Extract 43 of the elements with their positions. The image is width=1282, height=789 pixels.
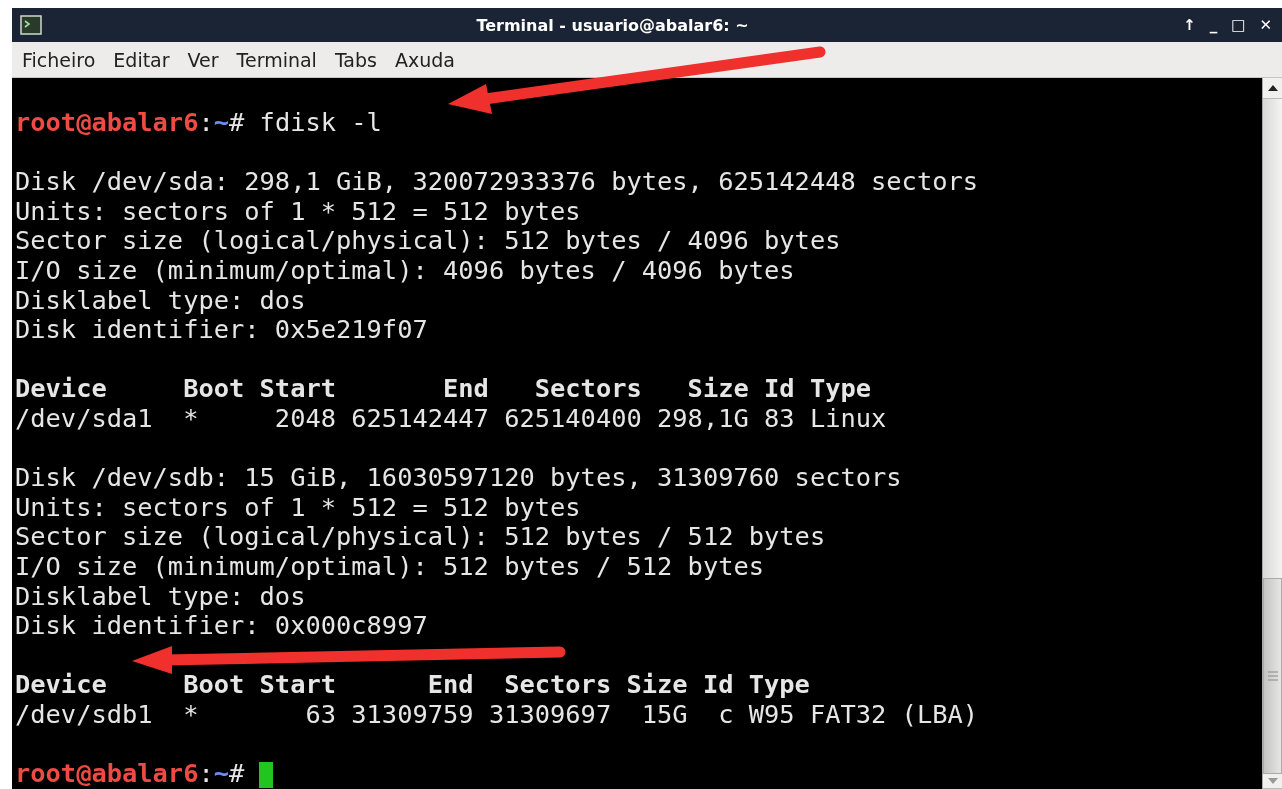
up-arrow-icon — [1267, 85, 1278, 91]
output-line: Disk identifier: 0x000c8997 — [15, 611, 429, 641]
scroll-up-button[interactable] — [1263, 78, 1282, 99]
minimize-button[interactable]: _ — [1209, 16, 1218, 34]
maximize-up-button[interactable]: ↑ — [1183, 16, 1196, 34]
prompt-path: ~ — [213, 758, 230, 789]
menu-item[interactable]: Axuda — [394, 48, 455, 71]
grip-icon — [1267, 670, 1278, 682]
output-line: Sector size (logical/physical): 512 bytes / 4096 bytes — [15, 226, 842, 256]
prompt-separator: : — [198, 107, 214, 137]
prompt-command: # fdisk -l — [229, 107, 382, 137]
scrollbar-thumb[interactable] — [1263, 578, 1282, 774]
prompt-separator: : — [198, 758, 214, 789]
table-header-line: Device Boot Start End Sectors Size Id Type — [15, 670, 811, 700]
scroll-down-button[interactable] — [1263, 774, 1282, 789]
menu-item[interactable]: Editar — [113, 48, 170, 71]
output-line: Disk /dev/sdb: 15 GiB, 16030597120 bytes, 31309760 sectors — [15, 463, 903, 493]
table-header-line: Device Boot Start End Sectors Size Id Type — [15, 374, 873, 404]
prompt-command: # — [229, 758, 245, 789]
output-line: Units: sectors of 1 * 512 = 512 bytes — [15, 196, 582, 227]
prompt-user-host: root@abalar6 — [15, 107, 199, 137]
prompt-path: ~ — [213, 107, 230, 137]
menu-item[interactable]: Tabs — [334, 48, 377, 71]
terminal-icon — [20, 15, 42, 35]
output-line: I/O size (minimum/optimal): 4096 bytes / 4096 bytes — [15, 255, 796, 286]
output-line: Sector size (logical/physical): 512 bytes / 512 bytes — [15, 522, 827, 552]
window-title: Terminal - usuario@abalar6: ~ — [475, 15, 750, 35]
close-button[interactable]: ✕ — [1259, 16, 1272, 34]
down-arrow-icon — [1267, 778, 1278, 784]
menu-item[interactable]: Ficheiro — [22, 48, 96, 71]
prompt-user-host: root@abalar6 — [15, 758, 199, 789]
output-line: Disk identifier: 0x5e219f07 — [15, 315, 429, 345]
output-line: /dev/sdb1 * 63 31309759 31309697 15G c W95 FAT32 (LBA) — [15, 699, 980, 730]
menu-item[interactable]: Terminal — [236, 48, 317, 71]
output-line: Disklabel type: dos — [15, 285, 307, 316]
output-line: /dev/sda1 * 2048 625142447 625140400 298,1G 83 Linux — [15, 403, 888, 434]
menu-item[interactable]: Ver — [187, 48, 219, 71]
cursor — [259, 762, 274, 789]
output-line: I/O size (minimum/optimal): 512 bytes / 512 bytes — [15, 551, 766, 582]
output-line: Units: sectors of 1 * 512 = 512 bytes — [15, 492, 582, 523]
maximize-button[interactable]: □ — [1231, 16, 1246, 34]
output-line: Disklabel type: dos — [15, 581, 307, 612]
output-line: Disk /dev/sda: 298,1 GiB, 320072933376 bytes, 625142448 sectors — [15, 167, 980, 197]
